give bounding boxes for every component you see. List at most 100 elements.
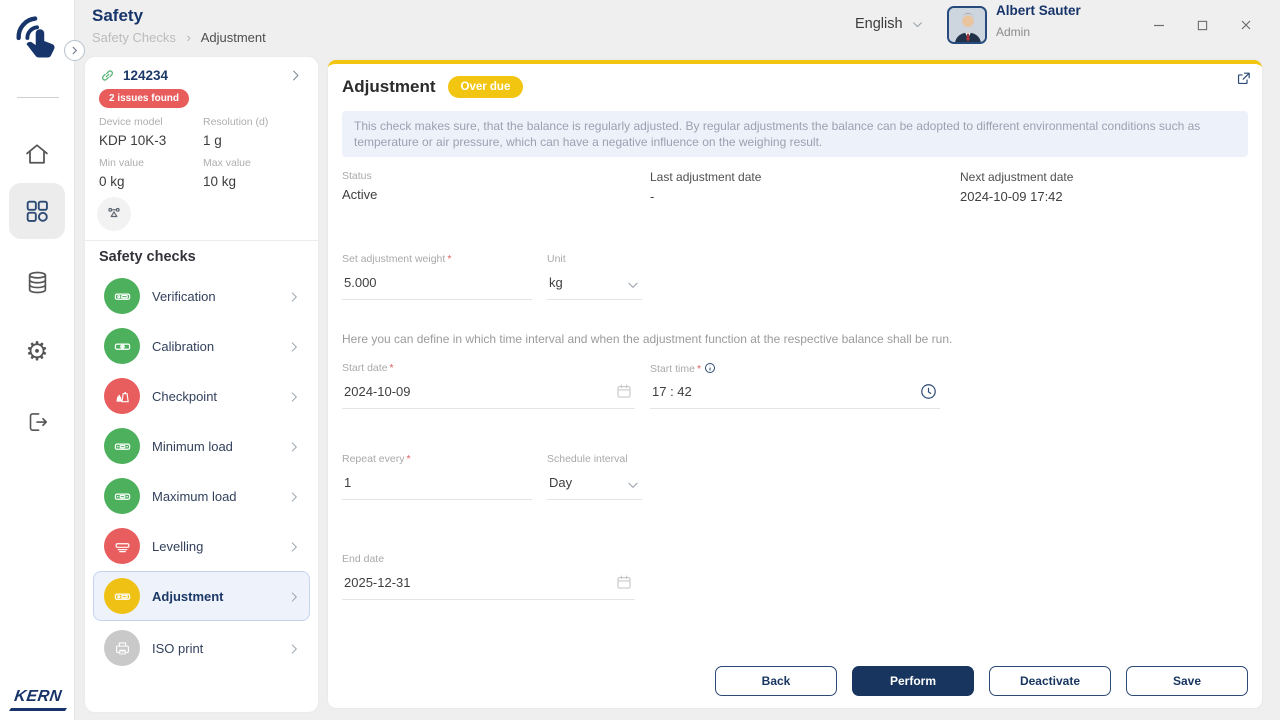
expand-button[interactable]: [1233, 68, 1254, 89]
check-item-calibration[interactable]: Calibration: [93, 321, 310, 371]
sidebar-item-home[interactable]: [9, 126, 65, 182]
check-item-levelling[interactable]: Levelling: [93, 521, 310, 571]
sidebar-item-database[interactable]: [9, 254, 65, 310]
info-icon[interactable]: [704, 362, 716, 374]
check-item-label: Maximum load: [152, 488, 237, 504]
sidebar-item-logout[interactable]: [9, 394, 65, 450]
start-time-label: Start time *: [650, 362, 716, 375]
chevron-right-icon: [69, 45, 80, 56]
save-button[interactable]: Save: [1126, 666, 1248, 696]
deactivate-button[interactable]: Deactivate: [989, 666, 1111, 696]
breadcrumb-parent[interactable]: Safety Checks: [92, 30, 176, 45]
unit-label: Unit: [547, 253, 566, 265]
apps-grid-icon: [23, 197, 51, 225]
language-label: English: [855, 16, 903, 32]
repeat-label: Repeat every *: [342, 453, 411, 465]
chevron-down-icon: [911, 18, 924, 31]
check-item-label: Adjustment: [152, 588, 224, 604]
weights-icon: [104, 378, 140, 414]
close-icon: [1240, 19, 1252, 31]
check-item-label: Levelling: [152, 538, 204, 554]
device-scale-button[interactable]: [97, 197, 131, 231]
chevron-right-icon: [287, 390, 301, 404]
window-minimize-button[interactable]: [1146, 14, 1172, 36]
gear-icon: ⚙: [25, 337, 49, 367]
interval-select[interactable]: Day: [547, 470, 642, 500]
end-date-input[interactable]: 2025-12-31: [342, 570, 635, 600]
clock-icon[interactable]: [919, 382, 938, 401]
last-adjustment-label: Last adjustment date: [650, 170, 762, 184]
info-box: This check makes sure, that the balance …: [342, 111, 1248, 158]
printer-icon: ISO: [104, 630, 140, 666]
check-item-label: ISO print: [152, 640, 204, 656]
start-time-input[interactable]: 17 : 42: [650, 379, 940, 409]
repeat-input[interactable]: 1: [342, 470, 532, 500]
unit-select[interactable]: kg: [547, 270, 642, 300]
device-field-label: Max value: [203, 157, 251, 169]
minimize-icon: [1153, 19, 1165, 31]
check-item-maximum-load[interactable]: Maximum load: [93, 471, 310, 521]
logout-icon: [24, 409, 50, 435]
kern-wordmark: KERN: [8, 688, 68, 711]
window-close-button[interactable]: [1233, 14, 1259, 36]
perform-button[interactable]: Perform: [852, 666, 974, 696]
device-field-value: 10 kg: [203, 174, 237, 189]
chevron-right-icon: [287, 490, 301, 504]
chevron-down-icon: [626, 478, 640, 492]
start-date-input[interactable]: 2024-10-09: [342, 379, 635, 409]
device-field-label: Min value: [99, 157, 144, 169]
required-asterisk: *: [389, 362, 394, 374]
chevron-right-icon: [287, 540, 301, 554]
check-item-iso-print[interactable]: ISO ISO print: [93, 623, 310, 673]
action-button-row: Back Perform Deactivate Save: [328, 666, 1248, 696]
svg-text:ISO: ISO: [120, 650, 126, 654]
window-maximize-button[interactable]: [1189, 14, 1215, 36]
kern-hand-logo-icon: [8, 6, 70, 68]
sidebar-collapse-button[interactable]: [64, 40, 85, 61]
back-button[interactable]: Back: [715, 666, 837, 696]
required-asterisk: *: [406, 453, 411, 465]
adjustment-detail-card: Adjustment Over due This check makes sur…: [328, 60, 1262, 708]
calendar-icon[interactable]: [615, 573, 633, 591]
check-item-adjustment[interactable]: Adjustment: [93, 571, 310, 621]
home-icon: [23, 140, 51, 168]
link-icon: [99, 67, 116, 84]
avatar[interactable]: [947, 6, 987, 44]
device-header[interactable]: 124234: [99, 67, 168, 84]
check-item-minimum-load[interactable]: Minimum load: [93, 421, 310, 471]
page-title: Safety: [92, 6, 144, 25]
database-icon: [24, 269, 51, 296]
card-title: Adjustment: [342, 77, 436, 96]
sidebar-item-dashboard[interactable]: [9, 183, 65, 239]
check-item-verification[interactable]: Verification: [93, 271, 310, 321]
level-icon: [104, 528, 140, 564]
chevron-right-icon: [287, 440, 301, 454]
balance-icon: [104, 578, 140, 614]
language-selector[interactable]: English: [855, 16, 924, 32]
weight-label: Set adjustment weight *: [342, 253, 452, 265]
device-field-value: KDP 10K-3: [99, 133, 167, 148]
check-item-label: Verification: [152, 288, 216, 304]
maximize-icon: [1197, 20, 1208, 31]
chevron-right-icon: [287, 290, 301, 304]
sidebar-item-settings[interactable]: ⚙: [9, 324, 65, 380]
device-chevron-right-icon[interactable]: [288, 68, 303, 83]
divider: [85, 240, 318, 241]
check-item-checkpoint[interactable]: Checkpoint: [93, 371, 310, 421]
device-id: 124234: [123, 68, 169, 83]
divider: [17, 97, 59, 98]
last-adjustment-value: -: [650, 189, 655, 204]
required-asterisk: *: [696, 363, 702, 375]
check-item-label: Calibration: [152, 338, 215, 354]
user-name[interactable]: Albert Sauter: [996, 3, 1081, 18]
chevron-down-icon: [626, 278, 640, 292]
chevron-right-icon: [287, 340, 301, 354]
check-item-label: Minimum load: [152, 438, 233, 454]
breadcrumb: Safety Checks › Adjustment: [92, 30, 266, 45]
calendar-icon[interactable]: [615, 382, 633, 400]
weight-input[interactable]: 5.000: [342, 270, 532, 300]
next-adjustment-value: 2024-10-09 17:42: [960, 189, 1063, 204]
scale-outline-icon: [104, 204, 124, 224]
device-field-value: 1 g: [203, 133, 222, 148]
start-date-label: Start date *: [342, 362, 394, 374]
